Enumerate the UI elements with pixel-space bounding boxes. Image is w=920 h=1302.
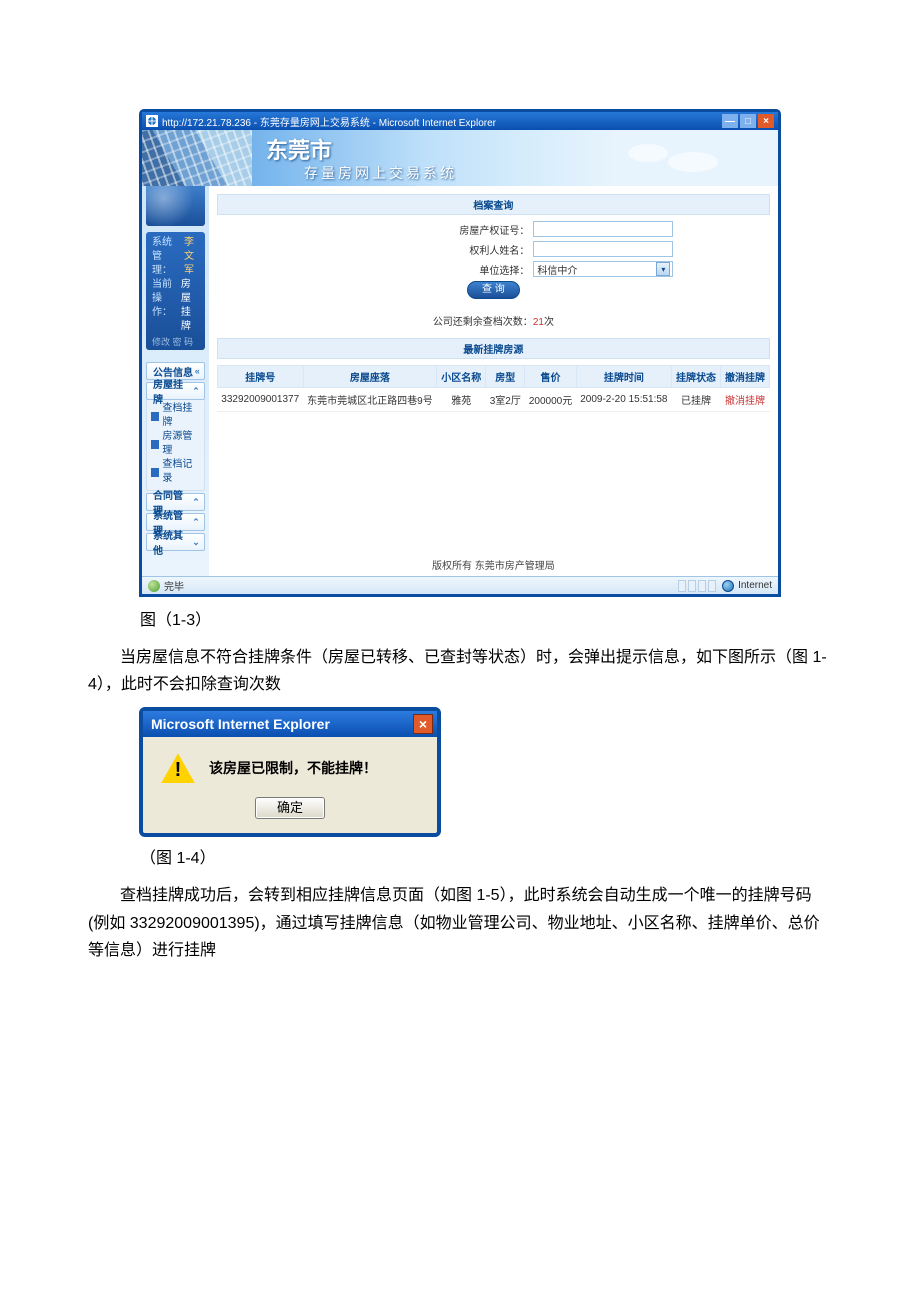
remain-count: 21 <box>533 317 544 328</box>
label-unit: 单位选择： <box>423 262 533 277</box>
sidebar-curop-value: 房屋挂牌 <box>181 278 201 334</box>
status-zone: Internet <box>722 580 772 592</box>
chevron-down-icon: ▾ <box>656 262 670 276</box>
label-cert-no: 房屋产权证号： <box>423 222 533 237</box>
section-latest-listing-title: 最新挂牌房源 <box>217 338 770 359</box>
listing-table: 挂牌号 房屋座落 小区名称 房型 售价 挂牌时间 挂牌状态 撤消挂牌 <box>217 365 770 412</box>
nav-sub-item-record[interactable]: 查档记录 <box>151 458 200 486</box>
status-cells <box>678 580 716 592</box>
chevron-up-icon: ⌃ <box>192 386 200 397</box>
sidebar-operator-panel: 系统管理： 李文军 当前操作： 房屋挂牌 修改 密 码 <box>146 232 205 350</box>
input-owner[interactable] <box>533 241 673 257</box>
remain-prefix: 公司还剩余查档次数： <box>433 317 533 328</box>
cell-price: 200000元 <box>525 388 576 412</box>
minimize-button[interactable]: — <box>722 114 738 128</box>
cell-status: 已挂牌 <box>672 388 721 412</box>
ie-favicon-icon <box>146 115 158 127</box>
sidebar-top-graphic <box>146 186 205 226</box>
figure-caption-1-3: 图（1-3） <box>140 606 920 630</box>
dialog-ok-button[interactable]: 确定 <box>255 797 325 819</box>
cell-type: 3室2厅 <box>486 388 525 412</box>
internet-zone-icon <box>722 580 734 592</box>
warning-exclamation: ! <box>175 759 182 782</box>
paragraph-1: 当房屋信息不符合挂牌条件（房屋已转移、已查封等状态）时，会弹出提示信息，如下图所… <box>88 644 832 698</box>
select-unit[interactable]: 科信中介 ▾ <box>533 261 673 277</box>
th-status: 挂牌状态 <box>672 366 721 388</box>
chevron-up-icon: ⌃ <box>192 517 200 528</box>
nav-sub-label: 查档记录 <box>162 458 199 486</box>
th-addr: 房屋座落 <box>303 366 437 388</box>
sidebar-curop-label: 当前操作： <box>152 278 177 334</box>
nav-sub-label: 房源管理 <box>162 430 199 458</box>
nav-sub-listing: 查档挂牌 房源管理 查档记录 <box>146 400 205 491</box>
th-cancel: 撤消挂牌 <box>721 366 770 388</box>
chevron-up-icon: ⌃ <box>192 497 200 508</box>
query-button[interactable]: 查 询 <box>467 281 520 299</box>
collapse-icon: « <box>195 366 200 376</box>
chevron-down-icon: ⌄ <box>192 537 200 548</box>
th-time: 挂牌时间 <box>576 366 671 388</box>
dialog-title-text: Microsoft Internet Explorer <box>151 716 330 732</box>
figure-caption-1-4: （图 1-4） <box>140 844 920 868</box>
header-building-graphic <box>142 130 252 186</box>
sidebar: 系统管理： 李文军 当前操作： 房屋挂牌 修改 密 码 公告信息 « <box>142 186 209 576</box>
warning-icon: ! <box>161 753 195 783</box>
sidebar-sysmgr-user: 李文军 <box>184 236 201 278</box>
app-header: 东莞市 存量房网上交易系统 <box>142 130 778 186</box>
paragraph-2: 查档挂牌成功后，会转到相应挂牌信息页面（如图 1-5），此时系统会自动生成一个唯… <box>88 882 832 964</box>
nav-sub-label: 查档挂牌 <box>162 402 199 430</box>
header-system-name: 存量房网上交易系统 <box>304 163 457 183</box>
cell-area: 雅苑 <box>437 388 486 412</box>
table-row: 33292009001377 东莞市莞城区北正路四巷9号 雅苑 3室2厅 200… <box>217 388 769 412</box>
table-header-row: 挂牌号 房屋座落 小区名称 房型 售价 挂牌时间 挂牌状态 撤消挂牌 <box>217 366 769 388</box>
status-done-text: 完毕 <box>164 578 184 593</box>
remaining-query-count: 公司还剩余查档次数：21次 <box>217 313 770 328</box>
sidebar-change-password[interactable]: 修改 密 码 <box>152 335 201 348</box>
sidebar-nav: 公告信息 « 房屋挂牌 ⌃ 查档挂牌 房源管理 查档记录 <box>146 362 205 553</box>
header-clouds-graphic <box>618 138 738 178</box>
status-done-icon <box>148 580 160 592</box>
main-content: 档案查询 房屋产权证号： 权利人姓名： 单位选择： <box>209 186 778 576</box>
header-city-name: 东莞市 <box>266 133 457 165</box>
query-form: 房屋产权证号： 权利人姓名： 单位选择： 科信中介 ▾ <box>313 221 673 303</box>
th-area: 小区名称 <box>437 366 486 388</box>
th-type: 房型 <box>486 366 525 388</box>
dialog-titlebar: Microsoft Internet Explorer × <box>143 711 437 737</box>
nav-sub-item-archive[interactable]: 查档挂牌 <box>151 402 200 430</box>
ie-browser-window: http://172.21.78.236 - 东莞存量房网上交易系统 - Mic… <box>140 110 780 596</box>
file-icon <box>151 440 159 449</box>
ie-window-title: http://172.21.78.236 - 东莞存量房网上交易系统 - Mic… <box>162 114 722 129</box>
nav-item-listing[interactable]: 房屋挂牌 ⌃ <box>146 382 205 400</box>
dialog-close-button[interactable]: × <box>413 714 433 734</box>
th-no: 挂牌号 <box>217 366 303 388</box>
remain-suffix: 次 <box>544 317 554 328</box>
label-owner: 权利人姓名： <box>423 242 533 257</box>
select-unit-value: 科信中介 <box>537 262 577 277</box>
ie-status-bar: 完毕 Internet <box>142 576 778 594</box>
nav-sub-item-source[interactable]: 房源管理 <box>151 430 200 458</box>
cancel-listing-link[interactable]: 撤消挂牌 <box>725 396 765 407</box>
nav-item-label: 系统其他 <box>153 527 192 557</box>
copyright-text: 版权所有 东莞市房产管理局 <box>217 557 770 572</box>
ie-titlebar: http://172.21.78.236 - 东莞存量房网上交易系统 - Mic… <box>142 112 778 130</box>
input-cert-no[interactable] <box>533 221 673 237</box>
cell-addr: 东莞市莞城区北正路四巷9号 <box>303 388 437 412</box>
dialog-message: 该房屋已限制，不能挂牌！ <box>209 758 377 778</box>
cell-time: 2009-2-20 15:51:58 <box>576 388 671 412</box>
close-button[interactable]: × <box>758 114 774 128</box>
file-icon <box>151 412 159 421</box>
maximize-button[interactable]: □ <box>740 114 756 128</box>
th-price: 售价 <box>525 366 576 388</box>
ie-alert-dialog: Microsoft Internet Explorer × ! 该房屋已限制，不… <box>140 708 440 836</box>
sidebar-sysmgr-label: 系统管理： <box>152 236 180 278</box>
nav-item-sysother[interactable]: 系统其他 ⌄ <box>146 533 205 551</box>
cell-no: 33292009001377 <box>217 388 303 412</box>
status-zone-text: Internet <box>738 580 772 591</box>
file-icon <box>151 468 159 477</box>
section-archive-query-title: 档案查询 <box>217 194 770 215</box>
